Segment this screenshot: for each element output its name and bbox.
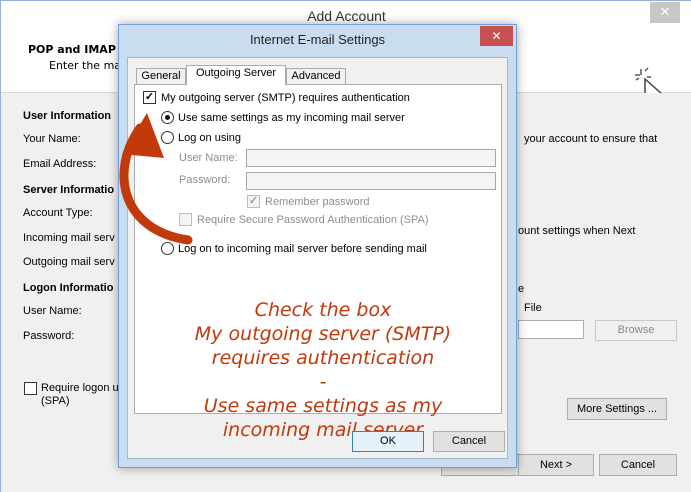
dialog-close-button[interactable]: ✕ [480,26,513,46]
tab-general[interactable]: General [136,68,186,85]
account-type-label: Account Type: [23,207,93,219]
remember-password-label: Remember password [265,195,370,208]
annotation-line-4: - [319,371,327,393]
header-subtitle: Enter the mail [49,59,128,72]
outgoing-server-label: Outgoing mail serv [23,256,115,268]
require-spa-option[interactable]: Require Secure Password Authentication (… [179,213,429,226]
data-file-label: File [524,302,542,314]
log-on-incoming-label: Log on to incoming mail server before se… [178,242,427,255]
bg-password-label: Password: [23,330,75,342]
annotation-line-5: Use same settings as my [203,395,443,417]
server-info-heading: Server Informatio [23,184,115,196]
smtp-auth-option[interactable]: ✓ My outgoing server (SMTP) requires aut… [143,91,410,104]
add-account-title: Add Account [307,8,386,24]
tab-outgoing-server[interactable]: Outgoing Server [186,65,286,85]
require-logon-label: Require logon u [41,382,119,394]
logon-info-heading: Logon Informatio [23,282,114,294]
right-fragment-text: e [518,283,525,295]
dialog-content: General Outgoing Server Advanced ✓ My ou… [127,57,508,459]
annotation-text: Check the box My outgoing server (SMTP) … [158,298,488,442]
annotation-line-2: My outgoing server (SMTP) [194,323,452,345]
data-file-input[interactable] [518,320,584,339]
annotation-line-3: requires authentication [211,347,435,369]
right-next-text: ount settings when Next [518,225,636,237]
require-logon-checkbox[interactable] [24,382,37,395]
add-account-close-button[interactable]: ✕ [650,2,680,23]
require-spa-label: Require Secure Password Authentication (… [197,213,429,226]
ok-button[interactable]: OK [352,431,424,452]
remember-password-checkbox[interactable]: ✓ [247,195,260,208]
user-info-heading: User Information [23,110,112,122]
password-label: Password: [179,174,231,186]
dialog-title: Internet E-mail Settings [249,32,386,47]
log-on-incoming-option[interactable]: Log on to incoming mail server before se… [161,242,427,255]
incoming-server-label: Incoming mail serv [23,232,115,244]
your-name-label: Your Name: [23,133,81,145]
tab-advanced[interactable]: Advanced [286,68,346,85]
spa-label: (SPA) [41,395,70,407]
bg-cancel-button[interactable]: Cancel [599,454,677,476]
smtp-auth-label: My outgoing server (SMTP) requires authe… [161,91,410,104]
require-spa-checkbox[interactable] [179,213,192,226]
user-name-label: User Name: [179,152,238,164]
use-same-settings-option[interactable]: Use same settings as my incoming mail se… [161,111,405,124]
more-settings-button[interactable]: More Settings ... [567,398,667,420]
browse-button[interactable]: Browse [595,320,677,341]
right-instruction-text: your account to ensure that [524,133,658,145]
use-same-settings-radio[interactable] [161,111,174,124]
bg-user-name-label: User Name: [23,305,82,317]
next-button[interactable]: Next > [518,454,594,476]
log-on-incoming-radio[interactable] [161,242,174,255]
email-address-label: Email Address: [23,158,97,170]
annotation-line-1: Check the box [254,299,392,321]
internet-email-settings-dialog: Internet E-mail Settings ✕ General Outgo… [118,24,517,468]
cancel-button[interactable]: Cancel [433,431,505,452]
smtp-auth-checkbox[interactable]: ✓ [143,91,156,104]
use-same-settings-label: Use same settings as my incoming mail se… [178,111,405,124]
log-on-using-radio[interactable] [161,131,174,144]
log-on-using-option[interactable]: Log on using [161,131,241,144]
user-name-field[interactable] [246,149,496,167]
log-on-using-label: Log on using [178,131,241,144]
remember-password-option[interactable]: ✓ Remember password [247,195,370,208]
password-field[interactable] [246,172,496,190]
